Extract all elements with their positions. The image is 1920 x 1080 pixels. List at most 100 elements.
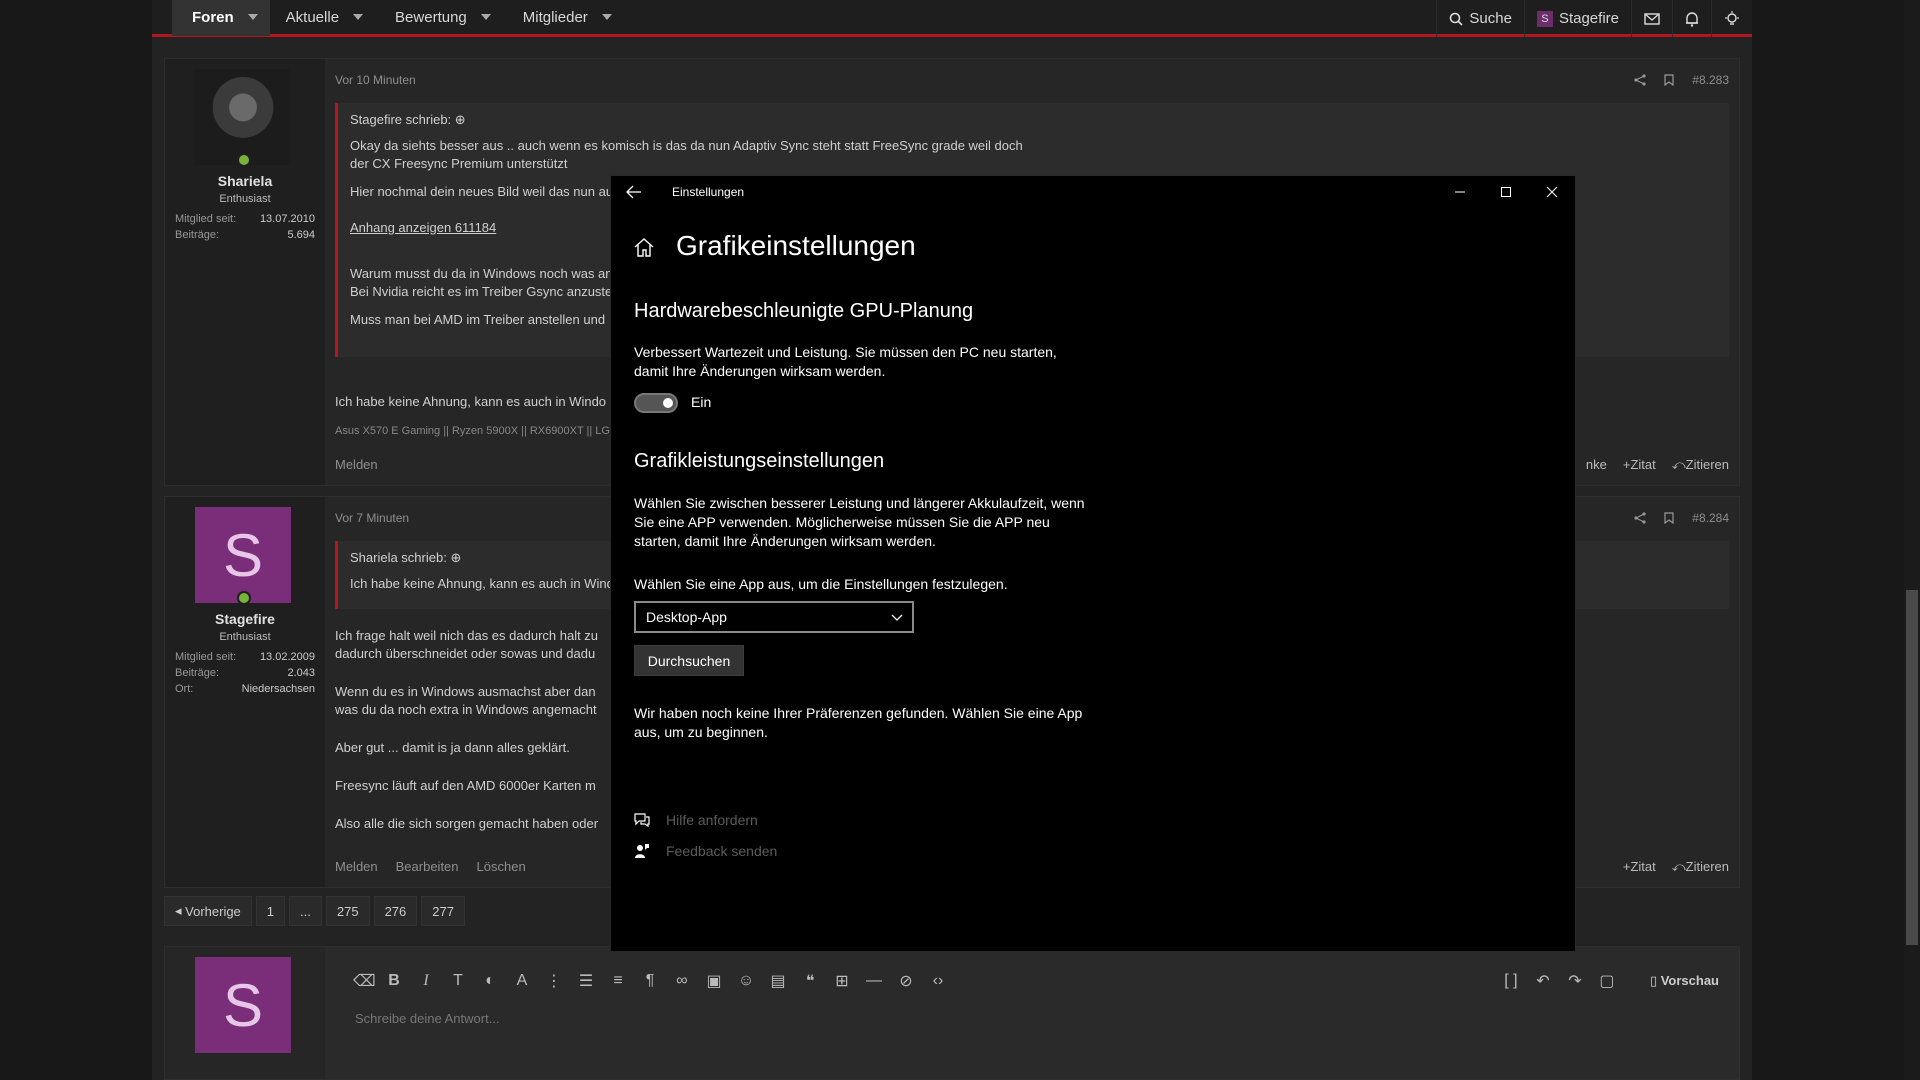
edit-link[interactable]: Bearbeiten — [396, 859, 459, 874]
search-link[interactable]: Suche — [1436, 0, 1524, 37]
get-help-link[interactable]: Hilfe anfordern — [634, 812, 758, 828]
post-user-role: Enthusiast — [219, 631, 271, 643]
post-number[interactable]: #8.284 — [1692, 511, 1729, 525]
attachment-link[interactable]: Anhang anzeigen 611184 — [350, 220, 496, 235]
no-prefs-line: Wir haben noch keine Ihrer Präferenzen g… — [634, 705, 1083, 721]
delete-link[interactable]: Löschen — [477, 859, 526, 874]
browse-button[interactable]: Durchsuchen — [634, 645, 744, 676]
palette-icon[interactable]: ◐ — [481, 972, 499, 990]
post-count-value: 2.043 — [287, 667, 315, 679]
quote-plus-link[interactable]: +Zitat — [1623, 457, 1656, 473]
bookmark-icon[interactable] — [1664, 512, 1674, 524]
reply-input[interactable]: Schreibe deine Antwort... — [355, 1011, 500, 1026]
gpu-scheduling-toggle[interactable] — [634, 393, 678, 413]
bookmark-icon[interactable] — [1664, 74, 1674, 86]
post-actions-right: nke +Zitat ⤺Zitieren — [1586, 457, 1729, 473]
align-icon[interactable]: ≡ — [609, 972, 627, 990]
back-arrow-icon[interactable] — [625, 183, 643, 201]
window-titlebar[interactable]: Einstellungen — [611, 176, 1575, 208]
eraser-icon[interactable]: ⌫ — [353, 971, 376, 991]
pager-ellipsis[interactable]: ... — [289, 896, 322, 926]
user-menu[interactable]: S Stagefire — [1523, 0, 1631, 37]
spoiler-icon[interactable]: ⊘ — [897, 971, 915, 991]
reply-quote-link[interactable]: ⤺Zitieren — [1672, 859, 1729, 875]
preview-button[interactable]: ▯ Vorschau — [1650, 973, 1719, 989]
post-line: Wenn du es in Windows ausmachst aber dan — [335, 684, 596, 699]
scrollbar-thumb[interactable] — [1906, 590, 1918, 945]
redo-icon[interactable]: ↷ — [1566, 971, 1584, 991]
media-icon[interactable]: ▤ — [769, 971, 787, 991]
report-link[interactable]: Melden — [335, 457, 378, 472]
font-icon[interactable]: A — [513, 972, 531, 990]
post-meta: #8.284 — [1634, 511, 1729, 525]
bell-icon — [1686, 11, 1698, 27]
share-icon[interactable] — [1634, 74, 1646, 86]
quote-icon[interactable]: ❝ — [801, 971, 819, 991]
nav-bewertung[interactable]: Bewertung — [379, 0, 507, 36]
table-icon[interactable]: ⊞ — [833, 971, 851, 991]
image-icon[interactable]: ▣ — [705, 971, 723, 991]
perf-desc-line: starten, damit Ihre Änderungen wirksam w… — [634, 533, 936, 549]
paragraph-icon[interactable]: ¶ — [641, 972, 659, 990]
chevron-down-icon[interactable] — [480, 14, 491, 20]
pager-prev[interactable]: ◂ Vorherige — [164, 896, 252, 926]
post-username[interactable]: Stagefire — [165, 611, 325, 627]
text-size-icon[interactable]: T — [449, 972, 467, 990]
code-icon[interactable]: ‹› — [929, 972, 947, 990]
link-icon[interactable]: ∞ — [673, 972, 691, 990]
hr-icon[interactable]: — — [865, 972, 883, 990]
quote-author[interactable]: Stagefire schrieb: ⊕ — [350, 111, 1717, 129]
chevron-down-icon[interactable] — [601, 14, 612, 20]
undo-icon[interactable]: ↶ — [1534, 971, 1552, 991]
post-time[interactable]: Vor 10 Minuten — [335, 73, 416, 87]
chevron-down-icon[interactable] — [353, 14, 364, 20]
nav-aktuelle[interactable]: Aktuelle — [270, 0, 379, 36]
thanks-link[interactable]: nke — [1586, 457, 1607, 473]
arrow-up-circle-icon[interactable]: ⊕ — [455, 112, 466, 127]
list-icon[interactable]: ☰ — [577, 971, 595, 991]
share-icon[interactable] — [1634, 512, 1646, 524]
minimize-button[interactable] — [1437, 176, 1483, 208]
chevron-down-icon[interactable] — [247, 14, 258, 20]
italic-icon[interactable]: I — [417, 972, 435, 990]
inbox-button[interactable] — [1631, 0, 1672, 37]
chat-help-icon — [634, 813, 650, 828]
member-since-row: Mitglied seit: 13.02.2009 — [175, 651, 315, 663]
close-button[interactable] — [1529, 176, 1575, 208]
nav-mitglieder[interactable]: Mitglieder — [507, 0, 628, 36]
pager-page[interactable]: 1 — [255, 896, 286, 926]
perf-desc-line: Sie eine APP verwenden. Möglicherweise m… — [634, 514, 1050, 530]
avatar[interactable]: S — [195, 507, 291, 603]
reply-icon: ⤺ — [1671, 859, 1686, 874]
post-username[interactable]: Shariela — [165, 173, 325, 189]
pager-page[interactable]: 275 — [325, 896, 370, 926]
quote-plus-link[interactable]: +Zitat — [1623, 859, 1656, 875]
post-time[interactable]: Vor 7 Minuten — [335, 511, 409, 525]
bbcode-icon[interactable]: [ ] — [1502, 972, 1520, 990]
post-count-label: Beiträge: — [175, 667, 220, 679]
style-toggle-button[interactable] — [1711, 0, 1752, 37]
maximize-icon — [1501, 187, 1511, 197]
pager-page-current[interactable]: 277 — [421, 896, 465, 926]
send-feedback-link[interactable]: Feedback senden — [634, 843, 777, 859]
app-type-select[interactable]: Desktop-App — [634, 601, 914, 633]
reply-quote-link[interactable]: ⤺Zitieren — [1672, 457, 1729, 473]
alerts-button[interactable] — [1672, 0, 1711, 37]
more-icon[interactable]: ⋮ — [545, 971, 563, 991]
arrow-up-circle-icon[interactable]: ⊕ — [450, 550, 461, 565]
pager-page[interactable]: 276 — [373, 896, 418, 926]
nav-mitglieder-label: Mitglieder — [522, 8, 588, 26]
post-number[interactable]: #8.283 — [1692, 73, 1729, 87]
home-icon[interactable] — [633, 236, 655, 258]
top-navigation: Foren Aktuelle Bewertung Mitglieder Such… — [152, 0, 1752, 37]
bold-icon[interactable]: B — [385, 972, 403, 990]
nav-right: Suche S Stagefire — [1436, 0, 1752, 37]
report-link[interactable]: Melden — [335, 859, 378, 874]
save-draft-icon[interactable]: ▢ — [1598, 971, 1616, 991]
nav-foren[interactable]: Foren — [172, 0, 270, 36]
nav-foren-label: Foren — [192, 8, 234, 26]
smiley-icon[interactable]: ☺ — [737, 972, 755, 990]
page-scrollbar[interactable] — [1904, 0, 1920, 1080]
avatar[interactable] — [195, 69, 291, 165]
maximize-button[interactable] — [1483, 176, 1529, 208]
